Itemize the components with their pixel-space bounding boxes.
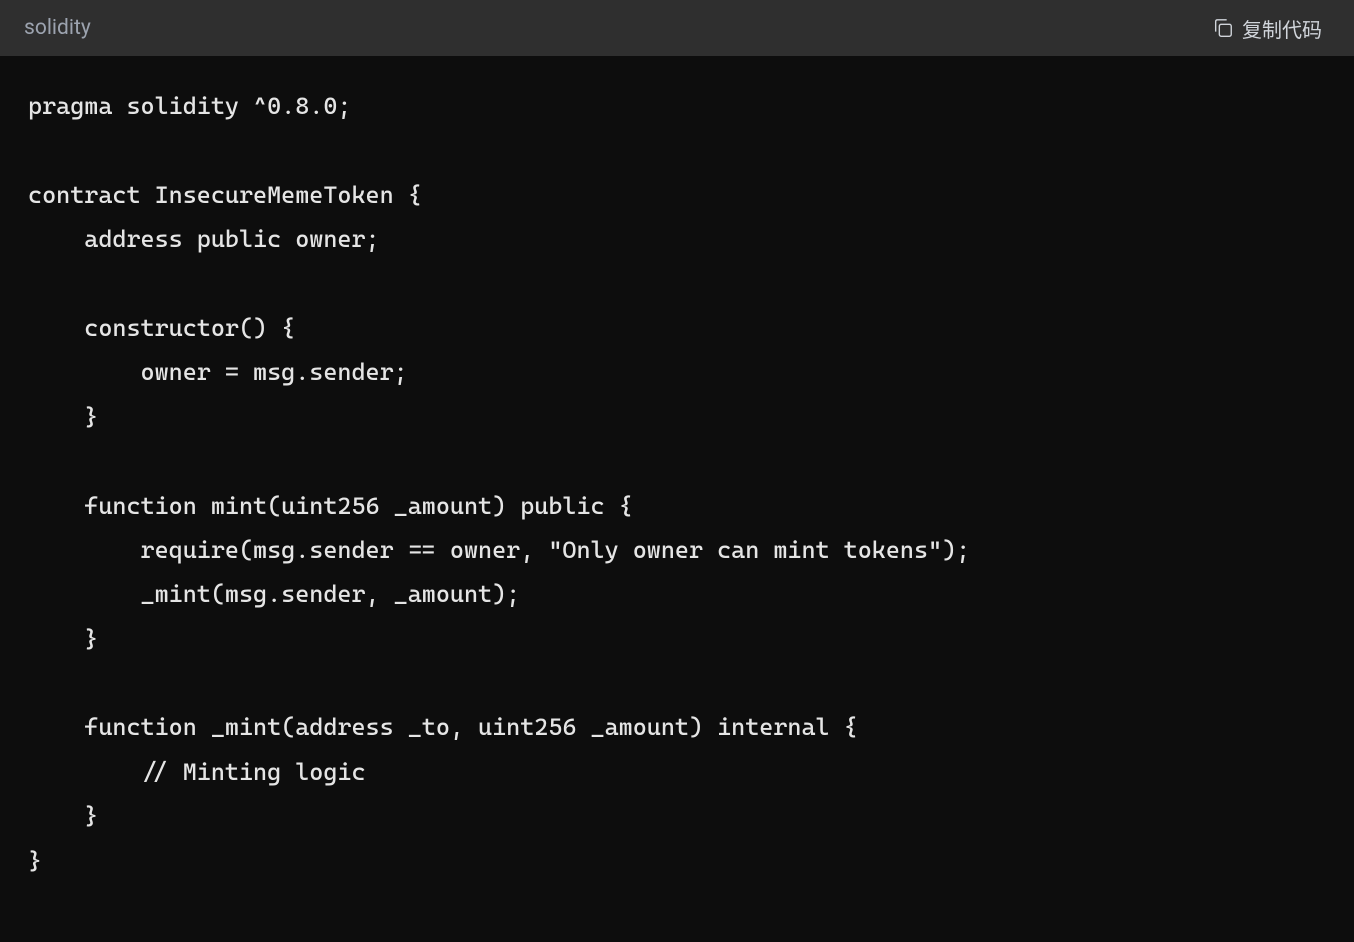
copy-code-button[interactable]: 复制代码 (1204, 10, 1330, 47)
language-label: solidity (24, 16, 91, 40)
copy-button-label: 复制代码 (1242, 14, 1322, 43)
copy-icon (1212, 17, 1234, 39)
code-content-area[interactable]: pragma solidity ^0.8.0; contract Insecur… (0, 56, 1354, 942)
code-block-header: solidity 复制代码 (0, 0, 1354, 56)
code-block-container: solidity 复制代码 pragma solidity ^0.8.0; co… (0, 0, 1354, 942)
code-text: pragma solidity ^0.8.0; contract Insecur… (28, 84, 1326, 883)
